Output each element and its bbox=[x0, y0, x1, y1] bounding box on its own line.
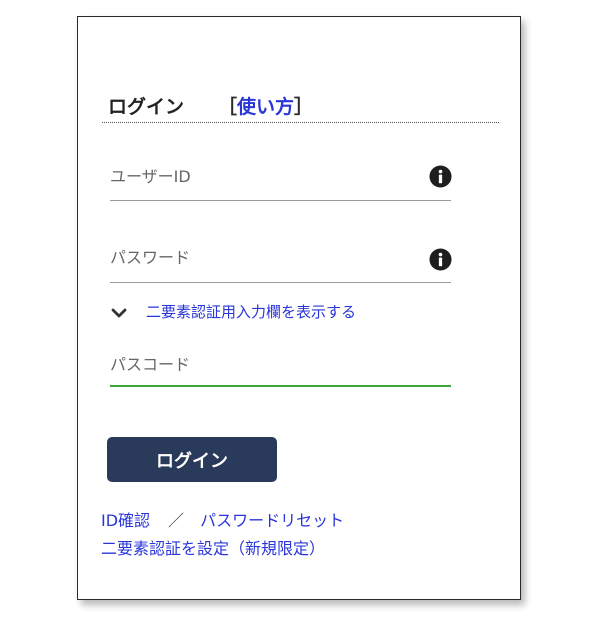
howto-bracket-open: ［ bbox=[218, 96, 238, 118]
login-panel: ログイン ［使い方］ 二要素認証用入力欄を表示する ログイン ID確認 ／ パスワー… bbox=[77, 16, 521, 600]
login-header: ログイン ［使い方］ bbox=[102, 89, 499, 123]
password-reset-link[interactable]: パスワードリセット bbox=[200, 511, 344, 530]
passcode-field bbox=[110, 347, 451, 387]
twofa-setup-link[interactable]: 二要素認証を設定（新規限定） bbox=[101, 539, 325, 558]
password-field bbox=[110, 240, 452, 283]
password-input[interactable] bbox=[110, 240, 410, 274]
howto-group: ［使い方］ bbox=[218, 92, 313, 119]
twofa-setup-row: 二要素認証を設定（新規限定） bbox=[101, 535, 325, 559]
chevron-down-icon bbox=[111, 308, 127, 318]
account-links: ID確認 ／ パスワードリセット bbox=[101, 507, 344, 531]
login-button[interactable]: ログイン bbox=[107, 437, 277, 482]
id-confirm-link[interactable]: ID確認 bbox=[101, 511, 150, 530]
info-icon[interactable] bbox=[429, 248, 452, 271]
userid-field bbox=[110, 159, 452, 201]
twofa-toggle[interactable]: 二要素認証用入力欄を表示する bbox=[110, 299, 356, 323]
info-icon[interactable] bbox=[429, 165, 452, 188]
twofa-toggle-label: 二要素認証用入力欄を表示する bbox=[146, 302, 357, 321]
page-title: ログイン bbox=[108, 96, 185, 118]
howto-bracket-close: ］ bbox=[294, 96, 314, 118]
howto-link[interactable]: 使い方 bbox=[237, 96, 294, 118]
userid-input[interactable] bbox=[110, 159, 410, 193]
passcode-input[interactable] bbox=[110, 347, 410, 381]
link-separator: ／ bbox=[168, 511, 185, 530]
